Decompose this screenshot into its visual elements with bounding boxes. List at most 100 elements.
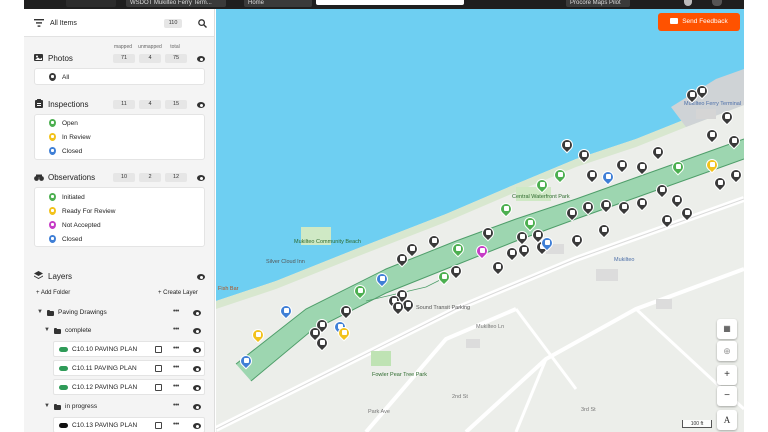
chevron-down-icon[interactable]: ▼ [44,327,50,333]
tool-selector[interactable]: Home [244,0,312,7]
observations-filter-ready-for-review[interactable]: Ready For Review [62,208,115,215]
observations-filter-not-accepted[interactable]: Not Accepted [62,222,101,229]
photo-map-pin[interactable] [653,181,671,199]
more-options-icon[interactable]: ••• [173,326,179,333]
photo-map-pin[interactable] [503,244,521,262]
more-options-icon[interactable]: ••• [173,364,179,371]
zoom-to-layer-icon[interactable] [155,346,162,353]
inspection-closed-map-pin[interactable] [599,168,617,186]
photo-map-pin[interactable] [313,334,331,352]
zoom-out-button[interactable]: − [717,386,737,406]
company-tab[interactable] [66,0,116,7]
photo-map-pin[interactable] [595,221,613,239]
photos-visibility-eye-icon[interactable] [197,56,205,62]
send-feedback-button[interactable]: Send Feedback [658,13,740,31]
layers-visibility-eye-icon[interactable] [197,274,205,280]
photo-map-pin[interactable] [579,198,597,216]
photo-map-pin[interactable] [613,156,631,174]
create-layer-button[interactable]: + Create Layer [158,290,198,296]
photo-map-pin[interactable] [725,132,743,150]
inspections-visibility-eye-icon[interactable] [197,102,205,108]
more-options-icon[interactable]: ••• [173,308,179,315]
photo-map-pin[interactable] [633,158,651,176]
photo-map-pin[interactable] [489,258,507,276]
layer-folder-in-progress[interactable]: in progress [65,403,97,410]
photo-map-pin[interactable] [479,224,497,242]
inspections-filter-open[interactable]: Open [62,120,78,127]
layer-visibility-eye-icon[interactable] [193,366,201,372]
observations-visibility-eye-icon[interactable] [197,175,205,181]
zoom-to-layer-icon[interactable] [155,422,162,429]
more-options-icon[interactable]: ••• [173,383,179,390]
inspection-in-review-map-pin[interactable] [703,156,721,174]
photo-map-pin[interactable] [568,231,586,249]
in-progress-visibility-eye-icon[interactable] [193,404,201,410]
zoom-in-button[interactable]: + [717,365,737,385]
inspection-open-map-pin[interactable] [351,282,369,300]
observations-filter-closed[interactable]: Closed [62,236,82,243]
map-canvas[interactable]: Mukilteo Ferry Terminal Central Waterfro… [216,9,744,432]
inspection-open-map-pin[interactable] [669,158,687,176]
inspection-open-map-pin[interactable] [435,268,453,286]
layer-folder-paving-drawings[interactable]: Paving Drawings [58,309,107,316]
layers-toggle-icon[interactable]: ▦ [717,319,737,339]
project-selector[interactable]: WSDOT Mukilteo Ferry Term... [126,0,226,7]
inspection-open-map-pin[interactable] [497,200,515,218]
photo-map-pin[interactable] [678,204,696,222]
layer-visibility-eye-icon[interactable] [193,423,201,429]
layer-row-c10-10[interactable]: C10.10 PAVING PLAN ••• [53,341,205,357]
photo-map-pin[interactable] [711,174,729,192]
inspection-in-review-map-pin[interactable] [335,324,353,342]
photo-map-pin[interactable] [563,204,581,222]
layer-row-c10-13[interactable]: C10.13 PAVING PLAN ••• [53,417,205,432]
inspection-open-map-pin[interactable] [533,176,551,194]
layer-row-c10-11[interactable]: C10.11 PAVING PLAN ••• [53,360,205,376]
photo-map-pin[interactable] [597,196,615,214]
photo-map-pin[interactable] [447,262,465,280]
chevron-down-icon[interactable]: ▼ [44,403,50,409]
photo-map-pin[interactable] [703,126,721,144]
photo-map-pin[interactable] [393,250,411,268]
photo-map-pin[interactable] [515,241,533,259]
paving-drawings-visibility-eye-icon[interactable] [193,310,201,316]
photo-map-pin[interactable] [668,191,686,209]
more-options-icon[interactable]: ••• [173,421,179,428]
search-icon[interactable] [198,19,207,28]
chevron-down-icon[interactable]: ▼ [37,309,43,315]
observation-initiated-map-pin[interactable] [551,166,569,184]
compass-north-icon[interactable]: A [717,410,737,430]
zoom-to-layer-icon[interactable] [155,384,162,391]
observation-ready-for-review-map-pin[interactable] [249,326,267,344]
layer-visibility-eye-icon[interactable] [193,347,201,353]
more-options-icon[interactable]: ••• [173,345,179,352]
photo-map-pin[interactable] [583,166,601,184]
photo-map-pin[interactable] [389,298,407,316]
observation-closed-map-pin[interactable] [373,270,391,288]
photo-map-pin[interactable] [337,302,355,320]
complete-visibility-eye-icon[interactable] [193,328,201,334]
photo-map-pin[interactable] [727,166,744,184]
inspections-filter-in-review[interactable]: In Review [62,134,91,141]
inspection-open-map-pin[interactable] [449,240,467,258]
user-avatar[interactable] [712,0,722,6]
photo-map-pin[interactable] [683,86,701,104]
locate-me-icon[interactable]: ⊕ [717,341,737,361]
help-icon[interactable] [684,0,692,6]
favorites-selector[interactable]: Procore Maps Pilot [566,0,630,7]
layer-row-c10-12[interactable]: C10.12 PAVING PLAN ••• [53,379,205,395]
inspection-closed-map-pin[interactable] [277,302,295,320]
layer-visibility-eye-icon[interactable] [193,385,201,391]
photo-map-pin[interactable] [575,146,593,164]
photo-map-pin[interactable] [425,232,443,250]
photo-map-pin[interactable] [633,194,651,212]
photo-map-pin[interactable] [649,143,667,161]
observation-not-accepted-map-pin[interactable] [473,242,491,260]
observations-filter-initiated[interactable]: Initiated [62,194,85,201]
photos-filter-all[interactable]: All [62,74,69,81]
photo-map-pin[interactable] [558,136,576,154]
inspections-filter-closed[interactable]: Closed [62,148,82,155]
more-options-icon[interactable]: ••• [173,402,179,409]
photo-map-pin[interactable] [615,198,633,216]
inspection-closed-map-pin[interactable] [538,234,556,252]
inspection-closed-map-pin[interactable] [237,352,255,370]
